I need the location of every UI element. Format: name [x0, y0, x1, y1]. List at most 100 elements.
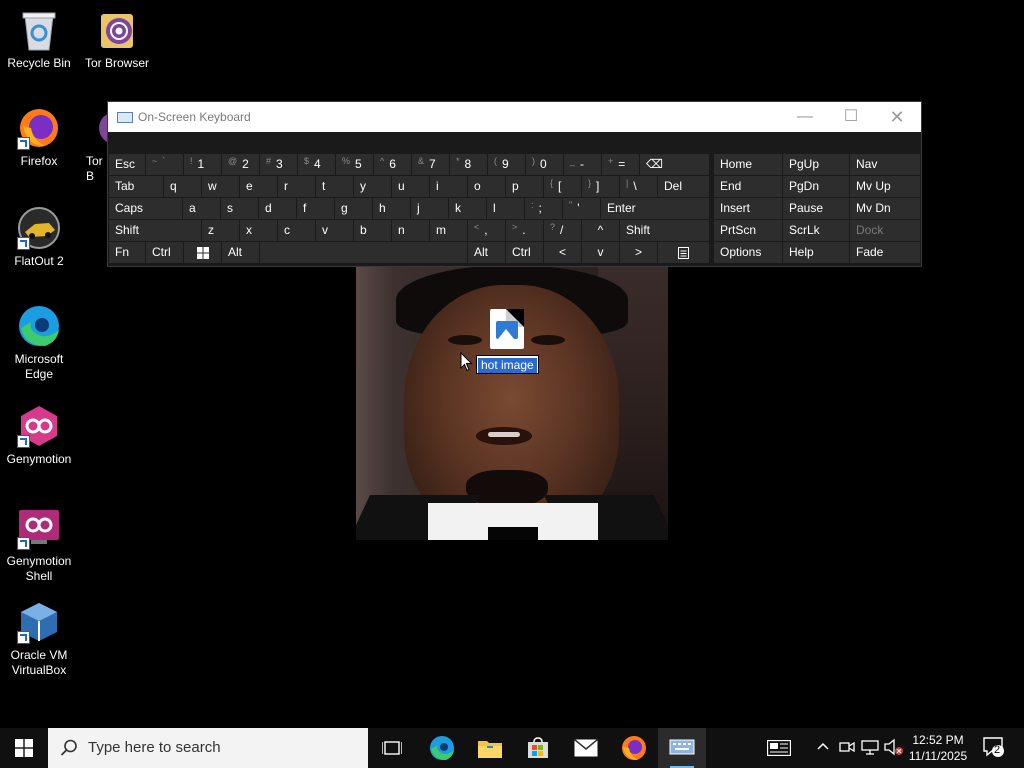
key-l[interactable]: l	[487, 198, 524, 219]
key-d[interactable]: d	[259, 198, 296, 219]
key-y[interactable]: y	[354, 176, 391, 197]
key-z[interactable]: z	[202, 220, 239, 241]
desktop-icon-recycle-bin[interactable]: Recycle Bin	[1, 8, 77, 71]
key-enter[interactable]: Enter	[601, 198, 709, 219]
key-pause[interactable]: Pause	[783, 198, 849, 219]
key-home[interactable]: Home	[714, 154, 782, 175]
key-alt-left[interactable]: Alt	[222, 242, 259, 263]
key-u[interactable]: u	[392, 176, 429, 197]
taskbar-search-box[interactable]: Type here to search	[48, 728, 368, 768]
key-end[interactable]: End	[714, 176, 782, 197]
key-1[interactable]: ! 1	[184, 154, 221, 175]
key-j[interactable]: j	[411, 198, 448, 219]
desktop-icon-virtualbox[interactable]: Oracle VM VirtualBox	[1, 600, 77, 678]
key-ctrl-right[interactable]: Ctrl	[506, 242, 543, 263]
desktop-icon-genymotion-shell[interactable]: Genymotion Shell	[1, 506, 77, 584]
desktop-icon-genymotion[interactable]: Genymotion	[1, 404, 77, 467]
desktop-icon-firefox[interactable]: Firefox	[1, 106, 77, 169]
key-caps[interactable]: Caps	[109, 198, 182, 219]
key-g[interactable]: g	[335, 198, 372, 219]
key-e[interactable]: e	[240, 176, 277, 197]
key-w[interactable]: w	[202, 176, 239, 197]
rename-input[interactable]: hot image	[476, 355, 539, 374]
key-o[interactable]: o	[468, 176, 505, 197]
action-center-button[interactable]: 2	[982, 736, 1006, 761]
key-pgup[interactable]: PgUp	[783, 154, 849, 175]
key-2[interactable]: @2	[222, 154, 259, 175]
image-file-icon[interactable]	[490, 309, 524, 349]
key-minus[interactable]: _ -	[564, 154, 601, 175]
key-dock[interactable]: Dock	[850, 220, 920, 241]
key-fade[interactable]: Fade	[850, 242, 920, 263]
key-q[interactable]: q	[164, 176, 201, 197]
key-6[interactable]: ^ 6	[374, 154, 411, 175]
key-left-bracket[interactable]: {[	[544, 176, 581, 197]
minimize-button[interactable]: —	[782, 102, 828, 132]
key-7[interactable]: & 7	[412, 154, 449, 175]
tray-app-button[interactable]	[838, 738, 856, 759]
key-equals[interactable]: + =	[602, 154, 639, 175]
key-tilde[interactable]: ~ `	[146, 154, 183, 175]
key-a[interactable]: a	[183, 198, 220, 219]
key-alt-right[interactable]: Alt	[468, 242, 505, 263]
desktop-icon-tor-browser[interactable]: Tor Browser	[79, 8, 155, 71]
taskbar-edge[interactable]	[418, 728, 466, 768]
maximize-button[interactable]: ☐	[828, 102, 874, 132]
key-arrow-up[interactable]: ^	[582, 220, 619, 241]
key-x[interactable]: x	[240, 220, 277, 241]
taskbar-firefox[interactable]	[610, 728, 658, 768]
key-p[interactable]: p	[506, 176, 543, 197]
key-tab[interactable]: Tab	[109, 176, 163, 197]
key-b[interactable]: b	[354, 220, 391, 241]
key-t[interactable]: t	[316, 176, 353, 197]
on-screen-keyboard-window[interactable]: On-Screen Keyboard — ☐ ✕ Esc ~ ` ! 1 @2 #3…	[107, 101, 922, 267]
key-options[interactable]: Options	[714, 242, 782, 263]
desktop-icon-tor-browser-2[interactable]: Tor B	[79, 106, 109, 184]
volume-button[interactable]	[884, 738, 904, 759]
key-insert[interactable]: Insert	[714, 198, 782, 219]
key-mv-dn[interactable]: Mv Dn	[850, 198, 920, 219]
key-prtscn[interactable]: PrtScn	[714, 220, 782, 241]
key-8[interactable]: * 8	[450, 154, 487, 175]
key-scrlk[interactable]: ScrLk	[783, 220, 849, 241]
key-mv-up[interactable]: Mv Up	[850, 176, 920, 197]
taskbar-store[interactable]	[514, 728, 562, 768]
key-c[interactable]: c	[278, 220, 315, 241]
key-v[interactable]: v	[316, 220, 353, 241]
key-space[interactable]	[260, 242, 467, 263]
key-m[interactable]: m	[430, 220, 467, 241]
key-4[interactable]: $4	[298, 154, 335, 175]
key-i[interactable]: i	[430, 176, 467, 197]
key-shift-left[interactable]: Shift	[109, 220, 201, 241]
close-button[interactable]: ✕	[874, 102, 920, 132]
key-0[interactable]: ) 0	[526, 154, 563, 175]
key-menu[interactable]	[658, 242, 709, 263]
key-quote[interactable]: " '	[563, 198, 600, 219]
key-period[interactable]: >.	[506, 220, 543, 241]
key-pgdn[interactable]: PgDn	[783, 176, 849, 197]
key-help[interactable]: Help	[783, 242, 849, 263]
key-k[interactable]: k	[449, 198, 486, 219]
start-button[interactable]	[0, 728, 48, 768]
key-ctrl-left[interactable]: Ctrl	[146, 242, 183, 263]
key-windows[interactable]	[184, 242, 221, 263]
key-arrow-right[interactable]: >	[620, 242, 657, 263]
show-hidden-icons-button[interactable]	[816, 736, 830, 759]
key-arrow-left[interactable]: <	[544, 242, 581, 263]
key-h[interactable]: h	[373, 198, 410, 219]
task-view-button[interactable]	[368, 728, 416, 768]
desktop-icon-microsoft-edge[interactable]: Microsoft Edge	[1, 304, 77, 382]
key-semicolon[interactable]: :;	[525, 198, 562, 219]
key-right-bracket[interactable]: }]	[582, 176, 619, 197]
key-f[interactable]: f	[297, 198, 334, 219]
key-comma[interactable]: <,	[468, 220, 505, 241]
key-arrow-down[interactable]: v	[582, 242, 619, 263]
key-shift-right[interactable]: Shift	[620, 220, 709, 241]
network-button[interactable]	[861, 738, 879, 759]
taskbar-file-explorer[interactable]	[466, 728, 514, 768]
key-3[interactable]: #3	[260, 154, 297, 175]
key-esc[interactable]: Esc	[109, 154, 145, 175]
key-r[interactable]: r	[278, 176, 315, 197]
key-backspace[interactable]: ⌫	[640, 154, 709, 175]
key-nav[interactable]: Nav	[850, 154, 920, 175]
